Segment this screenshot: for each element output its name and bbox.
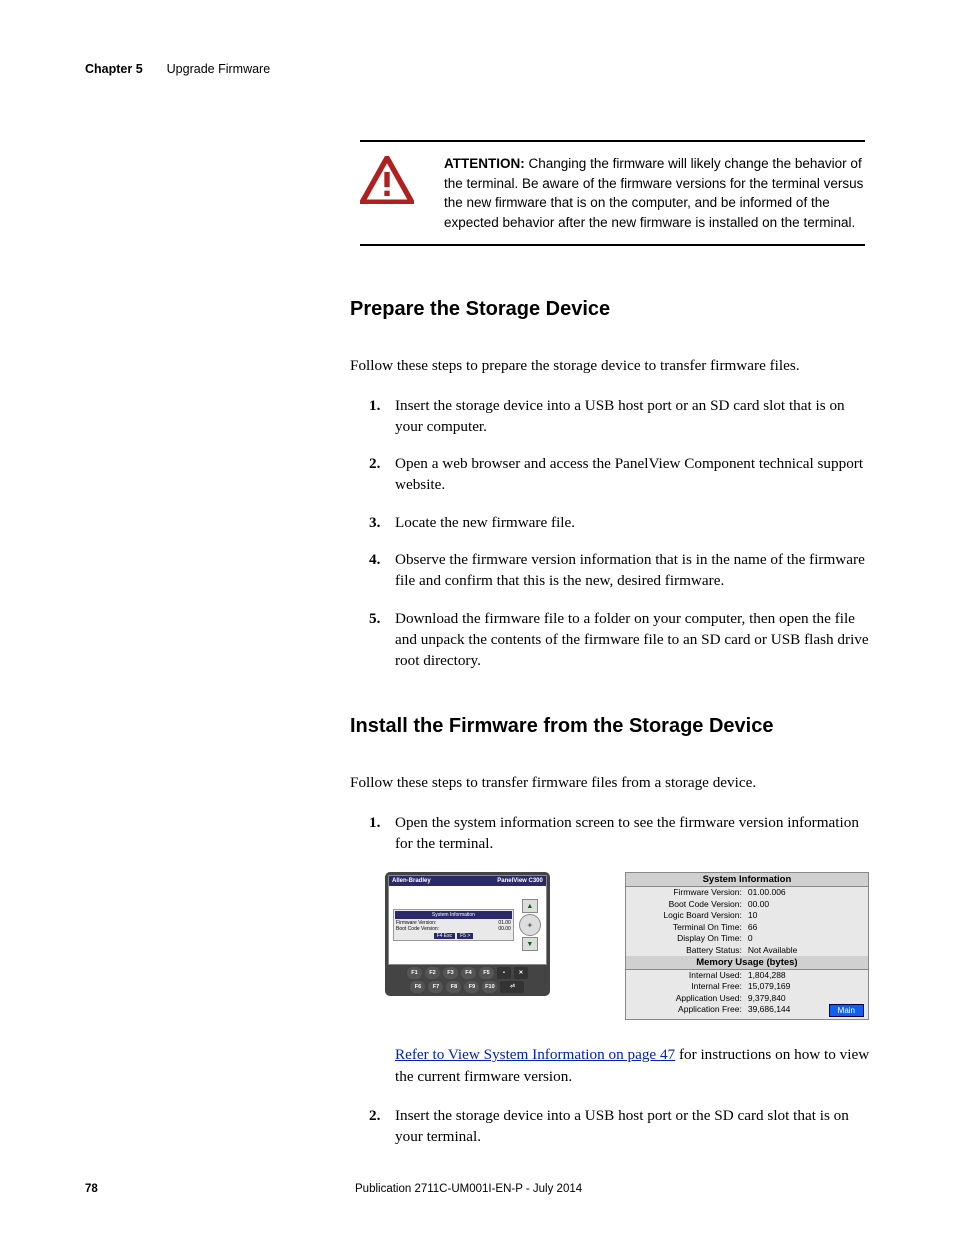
device-brand: Allen-Bradley xyxy=(392,878,431,884)
chapter-title: Upgrade Firmware xyxy=(167,62,271,76)
device-model: PanelView C300 xyxy=(497,878,543,884)
mem-value: 39,686,144 xyxy=(748,1004,823,1019)
section2-heading: Install the Firmware from the Storage De… xyxy=(350,715,869,738)
chapter-label: Chapter 5 xyxy=(85,62,143,76)
mem-value: 9,379,840 xyxy=(748,993,862,1004)
mem-label: Application Free: xyxy=(632,1004,748,1019)
dot-key: • xyxy=(497,967,511,979)
running-header: Chapter 5 Upgrade Firmware xyxy=(85,62,869,76)
section2-intro: Follow these steps to transfer firmware … xyxy=(350,772,875,793)
f-key: F10 xyxy=(482,981,497,993)
sysbox-label: Boot Code Version: xyxy=(396,926,439,932)
info-value: Not Available xyxy=(748,945,862,956)
list-item: Observe the firmware version information… xyxy=(395,549,875,592)
mem-label: Internal Free: xyxy=(632,981,748,992)
list-item: Open the system information screen to se… xyxy=(395,812,875,855)
sysbox-value: 00.00 xyxy=(498,926,511,932)
f-key: F9 xyxy=(464,981,479,993)
mem-value: 15,079,169 xyxy=(748,981,862,992)
screenshots-row: Allen-Bradley PanelView C300 System Info… xyxy=(385,872,869,1020)
section1-heading: Prepare the Storage Device xyxy=(350,298,869,321)
f-key: F7 xyxy=(428,981,443,993)
list-item: Download the firmware file to a folder o… xyxy=(395,608,875,672)
list-item: Locate the new firmware file. xyxy=(395,512,875,533)
attention-icon xyxy=(360,154,414,209)
x-key: ✕ xyxy=(514,967,528,979)
attention-callout: ATTENTION: Changing the firmware will li… xyxy=(360,140,865,246)
f-key: F1 xyxy=(407,967,422,979)
info-value: 66 xyxy=(748,922,862,933)
info-label: Display On Time: xyxy=(632,933,748,944)
info-value: 00.00 xyxy=(748,899,862,910)
attention-text: ATTENTION: Changing the firmware will li… xyxy=(444,154,865,232)
sysbox-title: System Information xyxy=(395,911,512,919)
memory-title: Memory Usage (bytes) xyxy=(626,956,868,970)
esc-button: F4 Esc xyxy=(434,933,456,939)
up-arrow-icon: ▲ xyxy=(522,899,538,913)
info-value: 0 xyxy=(748,933,862,944)
mem-label: Internal Used: xyxy=(632,970,748,981)
info-title: System Information xyxy=(626,873,868,887)
info-value: 01.00.006 xyxy=(748,887,862,898)
list-item: Insert the storage device into a USB hos… xyxy=(395,1105,875,1148)
section2-steps-cont: Insert the storage device into a USB hos… xyxy=(85,1105,875,1148)
device-mockup: Allen-Bradley PanelView C300 System Info… xyxy=(385,872,550,996)
section1-intro: Follow these steps to prepare the storag… xyxy=(350,355,875,376)
f-key: F3 xyxy=(443,967,458,979)
dpad-icon: ✦ xyxy=(519,914,541,936)
system-info-box: System Information Firmware Version:01.0… xyxy=(393,909,514,941)
f-key: F5 xyxy=(479,967,494,979)
section1-steps: Insert the storage device into a USB hos… xyxy=(85,395,875,672)
down-arrow-icon: ▼ xyxy=(522,937,538,951)
enter-key: ⏎ xyxy=(500,981,524,993)
info-label: Battery Status: xyxy=(632,945,748,956)
info-label: Logic Board Version: xyxy=(632,910,748,921)
page-footer: 78 Publication 2711C-UM001I-EN-P - July … xyxy=(85,1183,869,1195)
info-label: Terminal On Time: xyxy=(632,922,748,933)
info-value: 10 xyxy=(748,910,862,921)
page-number: 78 xyxy=(85,1183,355,1195)
list-item: Open a web browser and access the PanelV… xyxy=(395,453,875,496)
f-key: F8 xyxy=(446,981,461,993)
publication-id: Publication 2711C-UM001I-EN-P - July 201… xyxy=(355,1183,582,1195)
reference-paragraph: Refer to View System Information on page… xyxy=(395,1044,873,1087)
reference-link[interactable]: Refer to View System Information on page… xyxy=(395,1046,675,1063)
mem-label: Application Used: xyxy=(632,993,748,1004)
system-info-panel: System Information Firmware Version:01.0… xyxy=(625,872,869,1020)
f-key: F6 xyxy=(410,981,425,993)
next-button: F5 > xyxy=(457,933,473,939)
list-item: Insert the storage device into a USB hos… xyxy=(395,395,875,438)
info-label: Firmware Version: xyxy=(632,887,748,898)
attention-label: ATTENTION: xyxy=(444,156,525,171)
info-label: Boot Code Version: xyxy=(632,899,748,910)
f-key: F4 xyxy=(461,967,476,979)
section2-steps: Open the system information screen to se… xyxy=(85,812,875,855)
mem-value: 1,804,288 xyxy=(748,970,862,981)
main-button[interactable]: Main xyxy=(829,1004,864,1017)
f-key: F2 xyxy=(425,967,440,979)
